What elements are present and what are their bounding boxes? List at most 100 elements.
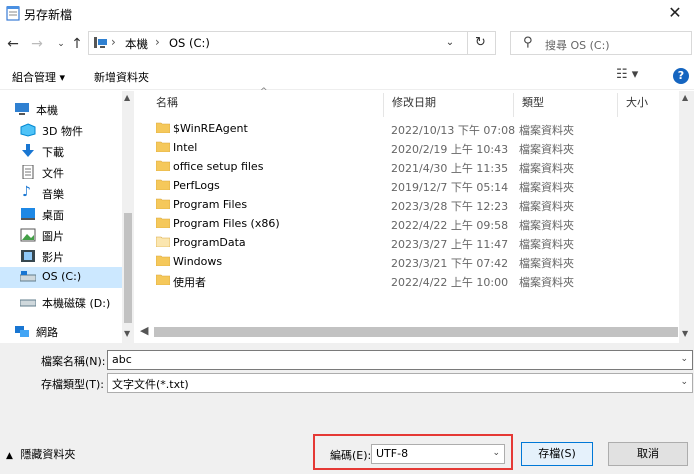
file-name: Program Files — [173, 198, 248, 211]
toolbar: 組合管理 ▾ 新增資料夾 ☷ ▾ ? — [0, 62, 694, 90]
file-name: $WinREAgent — [173, 122, 248, 135]
file-list-horizontal-scrollbar[interactable]: ◀ — [136, 323, 679, 341]
file-name: ProgramData — [173, 236, 246, 249]
horizontal-scroll-thumb[interactable] — [154, 327, 678, 337]
breadcrumb-this-pc[interactable]: 本機 — [125, 36, 148, 52]
search-icon: ⚲ — [523, 35, 533, 50]
nav-item-videos[interactable]: 影片 — [0, 246, 122, 267]
nav-item-network[interactable]: 網路 — [0, 321, 122, 342]
sort-ascending-icon: ^ — [260, 87, 268, 97]
pc-icon — [94, 37, 107, 48]
3d-objects-icon — [20, 123, 36, 137]
file-type: 檔案資料夾 — [519, 219, 574, 232]
breadcrumb-drive-c[interactable]: OS (C:) — [169, 36, 210, 50]
refresh-button[interactable]: ↻ — [467, 32, 493, 54]
search-box[interactable]: ⚲ 搜尋 OS (C:) — [510, 31, 692, 55]
file-name: office setup files — [173, 160, 264, 173]
file-type: 檔案資料夾 — [519, 200, 574, 213]
file-type: 檔案資料夾 — [519, 238, 574, 251]
chevron-down-icon[interactable]: ⌄ — [680, 354, 688, 364]
table-row[interactable]: Intel 2020/2/19 上午 10:43 檔案資料夾 — [136, 138, 676, 157]
forward-button[interactable]: → — [28, 34, 46, 54]
title-bar: 另存新檔 ✕ — [0, 0, 694, 26]
file-list-vertical-scrollbar[interactable]: ▲ ▼ — [679, 91, 694, 343]
file-type: 檔案資料夾 — [519, 257, 574, 270]
network-icon — [15, 326, 29, 337]
filename-input[interactable]: abc ⌄ — [107, 350, 693, 370]
column-header-date[interactable]: 修改日期 — [384, 93, 514, 117]
help-icon[interactable]: ? — [673, 68, 689, 84]
nav-label: 影片 — [42, 251, 64, 264]
scroll-down-arrow[interactable]: ▼ — [124, 329, 130, 338]
file-type: 檔案資料夾 — [519, 143, 574, 156]
column-header-size[interactable]: 大小 — [618, 93, 680, 117]
table-row[interactable]: Windows 2023/3/21 下午 07:42 檔案資料夾 — [136, 252, 676, 271]
scroll-down-arrow[interactable]: ▼ — [682, 329, 688, 338]
organize-button[interactable]: 組合管理 ▾ — [12, 69, 65, 85]
scroll-up-arrow[interactable]: ▲ — [682, 93, 688, 102]
nav-item-this-pc[interactable]: 本機 — [0, 99, 122, 120]
file-date: 2022/4/22 上午 10:00 — [391, 276, 509, 289]
file-name: Intel — [173, 141, 198, 154]
address-bar[interactable]: › 本機 › OS (C:) ⌄ ↻ — [88, 31, 496, 55]
nav-scroll-thumb[interactable] — [124, 213, 132, 323]
nav-item-documents[interactable]: 文件 — [0, 162, 122, 183]
table-row[interactable]: 使用者 2022/4/22 上午 10:00 檔案資料夾 — [136, 271, 676, 290]
file-type: 檔案資料夾 — [519, 181, 574, 194]
nav-label: 下載 — [42, 146, 64, 159]
table-row[interactable]: $WinREAgent 2022/10/13 下午 07:08 檔案資料夾 — [136, 119, 676, 138]
scroll-left-arrow[interactable]: ◀ — [140, 324, 148, 337]
scroll-up-arrow[interactable]: ▲ — [124, 93, 130, 102]
file-date: 2019/12/7 下午 05:14 — [391, 181, 509, 194]
file-name: Program Files (x86) — [173, 217, 280, 230]
breadcrumb-separator: › — [155, 35, 160, 49]
file-date: 2021/4/30 上午 11:35 — [391, 162, 509, 175]
nav-label: OS (C:) — [42, 270, 82, 283]
encoding-select[interactable]: UTF-8 ⌄ — [371, 444, 505, 464]
file-type: 檔案資料夾 — [519, 162, 574, 175]
table-row[interactable]: ProgramData 2023/3/27 上午 11:47 檔案資料夾 — [136, 233, 676, 252]
hide-folders-label: 隱藏資料夾 — [20, 448, 76, 461]
drive-icon — [20, 299, 36, 307]
download-icon — [22, 144, 34, 157]
up-button[interactable]: ↑ — [68, 34, 86, 54]
nav-label: 網路 — [36, 326, 58, 339]
table-row[interactable]: office setup files 2021/4/30 上午 11:35 檔案資料… — [136, 157, 676, 176]
nav-label: 文件 — [42, 167, 64, 180]
nav-item-music[interactable]: ♪ 音樂 — [0, 183, 122, 204]
filename-label: 檔案名稱(N): — [41, 355, 106, 368]
table-row[interactable]: Program Files 2023/3/28 下午 12:23 檔案資料夾 — [136, 195, 676, 214]
filename-value: abc — [112, 353, 132, 366]
nav-item-os-c[interactable]: OS (C:) — [0, 267, 122, 288]
nav-item-pictures[interactable]: 圖片 — [0, 225, 122, 246]
column-header-type[interactable]: 類型 — [514, 93, 618, 117]
videos-icon — [21, 250, 35, 262]
file-date: 2022/4/22 上午 09:58 — [391, 219, 509, 232]
folder-icon — [156, 141, 170, 152]
new-folder-button[interactable]: 新增資料夾 — [94, 69, 149, 85]
encoding-value: UTF-8 — [376, 447, 409, 460]
nav-item-downloads[interactable]: 下載 — [0, 141, 122, 162]
nav-item-desktop[interactable]: 桌面 — [0, 204, 122, 225]
save-button[interactable]: 存檔(S) — [521, 442, 593, 466]
nav-item-3d-objects[interactable]: 3D 物件 — [0, 120, 122, 141]
nav-scrollbar[interactable]: ▲ ▼ — [122, 91, 134, 343]
file-date: 2020/2/19 上午 10:43 — [391, 143, 509, 156]
close-button[interactable]: ✕ — [664, 2, 686, 24]
nav-label: 本機磁碟 (D:) — [42, 297, 111, 310]
nav-item-local-disk-d[interactable]: 本機磁碟 (D:) — [0, 292, 122, 313]
window-title: 另存新檔 — [24, 8, 73, 22]
address-dropdown-button[interactable]: ⌄ — [439, 32, 461, 54]
encoding-label: 編碼(E): — [330, 449, 372, 462]
nav-label: 3D 物件 — [42, 125, 83, 138]
nav-label: 桌面 — [42, 209, 64, 222]
file-type: 檔案資料夾 — [519, 124, 574, 137]
filetype-select[interactable]: 文字文件(*.txt) ⌄ — [107, 373, 693, 393]
table-row[interactable]: Program Files (x86) 2022/4/22 上午 09:58 檔案資… — [136, 214, 676, 233]
file-name: Windows — [173, 255, 223, 268]
hide-folders-button[interactable]: ▲ 隱藏資料夾 — [6, 446, 75, 462]
back-button[interactable]: ← — [4, 34, 22, 54]
table-row[interactable]: PerfLogs 2019/12/7 下午 05:14 檔案資料夾 — [136, 176, 676, 195]
view-options-icon[interactable]: ☷ ▾ — [616, 67, 638, 82]
cancel-button[interactable]: 取消 — [608, 442, 688, 466]
